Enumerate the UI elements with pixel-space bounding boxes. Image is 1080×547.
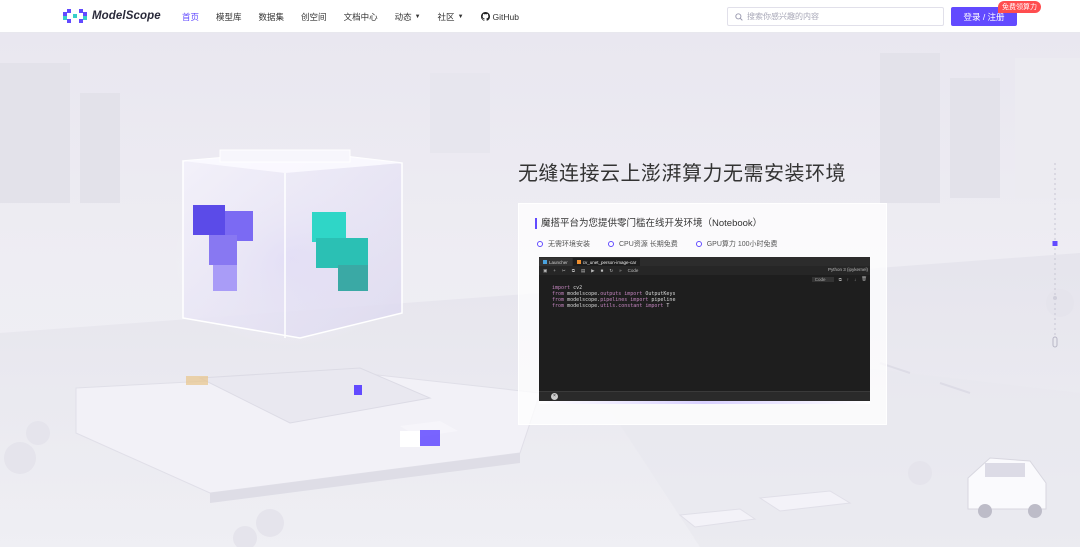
editor-footer: × [539,391,870,401]
notebook-icon [576,260,581,264]
feature-label: CPU资源 长期免费 [619,241,678,248]
nav-item-github[interactable]: GitHub [480,11,519,22]
code-token: utils.constant [600,303,646,309]
nav-item-home[interactable]: 首页 [182,11,199,23]
tab-label: Launcher [549,259,568,265]
modelscope-logo-icon [63,9,87,23]
restart-icon: ↻ [609,267,614,273]
nav-item-docs[interactable]: 文档中心 [344,11,378,23]
cell-toolbar: Code ⧉ ↑ ↓ 🗑 [539,275,870,283]
cell-type-select: Code [811,276,834,282]
hero-headline: 无缝连接云上澎湃算力无需安装环境 [518,163,846,185]
feature-item: CPU资源 长期免费 [608,239,678,249]
editor-tabs: Launcher cv_unet_person-image-car [539,257,870,266]
copy-icon: ⧉ [571,268,575,273]
code-token: T [666,303,670,309]
top-nav: ModelScope 首页 模型库 数据集 创空间 文档中心 动态 ▼ 社区 ▼ G… [0,0,1080,33]
bullet-icon [695,241,702,247]
code-token: modelscope. [567,303,601,309]
editor-tab-notebook: cv_unet_person-image-car [572,258,641,266]
logo[interactable]: ModelScope [63,9,161,23]
card-title: 魔搭平台为您提供零门槛在线开发环境（Notebook） [535,218,762,229]
nav-menu: 首页 模型库 数据集 创空间 文档中心 动态 ▼ 社区 ▼ GitHub [182,0,536,33]
editor-tab-launcher: Launcher [539,258,572,266]
feature-list: 无需环境安装 CPU资源 长期免费 GPU算力 100小时免费 [537,239,778,249]
feature-item: GPU算力 100小时免费 [695,239,778,249]
close-icon: × [551,393,558,400]
bullet-icon [537,241,543,247]
nav-item-label: GitHub [492,11,519,22]
kernel-label: Python 3 (ipykernel) [827,267,868,272]
run-icon: ▶ [591,267,595,273]
search-input[interactable] [747,12,937,21]
search-icon [735,12,743,21]
add-icon: + [553,268,556,273]
copy-cell-icon: ⧉ [838,276,842,282]
nav-item-models[interactable]: 模型库 [216,11,242,23]
nav-item-datasets[interactable]: 数据集 [259,11,285,23]
feature-label: GPU算力 100小时免费 [706,241,778,248]
code-line: from modelscope.utils.constant import T [552,303,675,309]
card-accent-bar [539,401,870,404]
feature-item: 无需环境安装 [537,239,590,249]
caret-down-icon: ▼ [414,13,421,20]
notebook-card: 魔搭平台为您提供零门槛在线开发环境（Notebook） 无需环境安装 CPU资源… [518,203,887,425]
paste-icon: ▤ [580,267,586,273]
tab-label: cv_unet_person-image-car [582,259,637,265]
launcher-icon [543,260,547,264]
free-compute-badge: 免费领算力 [998,1,1041,13]
stop-icon: ■ [600,268,604,273]
nav-item-studios[interactable]: 创空间 [301,11,327,23]
delete-icon: 🗑 [861,276,867,281]
search-box[interactable] [727,7,944,26]
nav-item-label: 动态 [394,11,412,22]
bullet-icon [608,241,614,247]
code-block: import cv2 from modelscope.outputs import… [552,285,675,309]
github-icon [480,12,490,21]
nav-item-label: 文档中心 [343,11,378,22]
save-icon: ▣ [543,267,548,273]
code-token: import [645,303,667,309]
editor-toolbar: ▣ + ✂ ⧉ ▤ ▶ ■ ↻ » Code Python 3 (ipykern… [539,266,870,275]
move-up-icon: ↑ [846,276,850,282]
nav-item-label: 数据集 [258,11,285,22]
hero-banner: 无缝连接云上澎湃算力无需安装环境 魔搭平台为您提供零门槛在线开发环境（Noteb… [0,33,1080,547]
nav-item-label: 社区 [437,11,455,22]
cut-icon: ✂ [561,267,566,273]
side-scroll-indicator [1052,163,1058,348]
nav-item-community[interactable]: 社区 ▼ [438,11,464,23]
code-token: from [552,303,568,309]
caret-down-icon: ▼ [457,13,464,20]
notebook-screenshot: Launcher cv_unet_person-image-car ▣ + ✂ … [539,257,870,401]
logo-text: ModelScope [92,10,161,22]
move-down-icon: ↓ [854,276,857,282]
nav-item-label: 创空间 [301,11,327,22]
cell-mode-label: Code [627,268,639,273]
fast-forward-icon: » [619,268,622,273]
feature-label: 无需环境安装 [548,241,590,248]
nav-item-news[interactable]: 动态 ▼ [395,11,421,23]
nav-item-label: 首页 [182,11,200,22]
nav-item-label: 模型库 [216,11,242,22]
